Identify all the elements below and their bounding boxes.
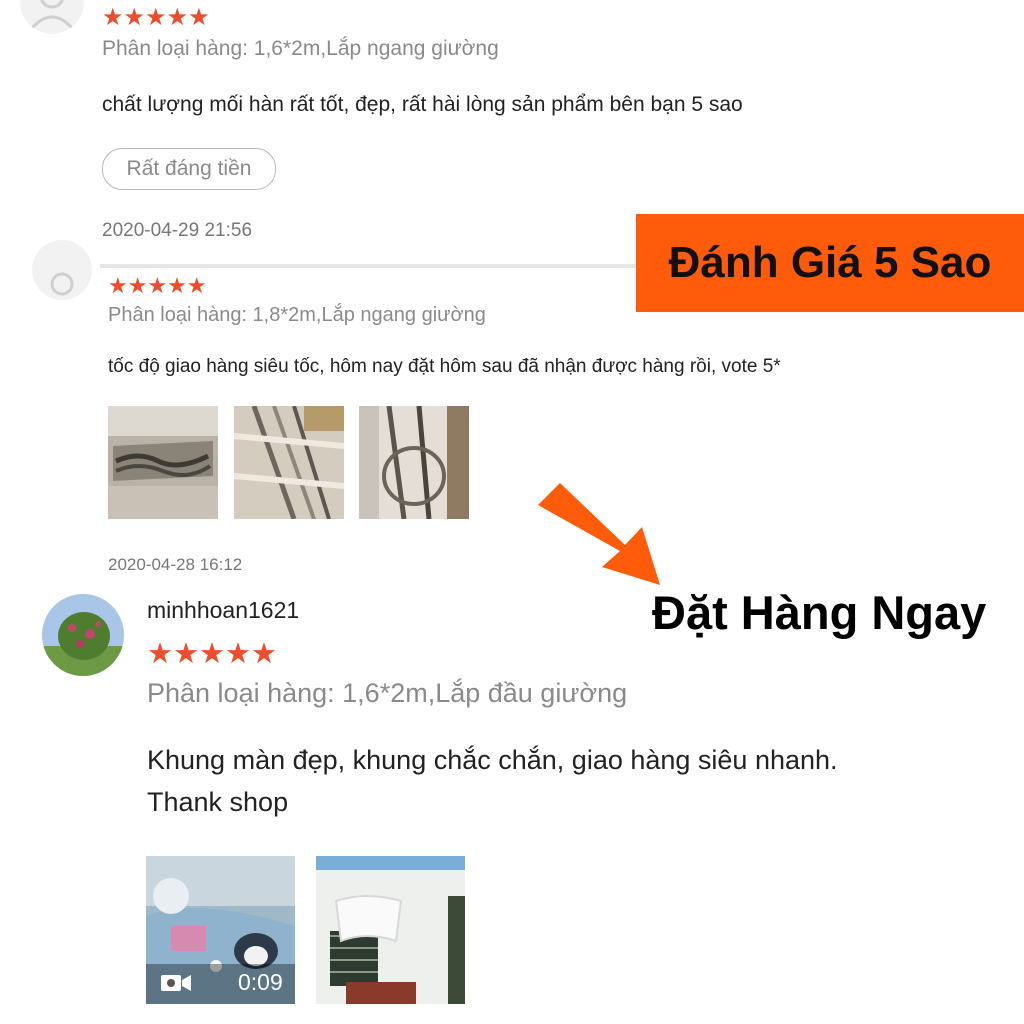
variant-label: Phân loại hàng: 1,6*2m,Lắp đầu giường [147,678,628,708]
variant-label: Phân loại hàng: 1,8*2m,Lắp ngang giường [108,304,486,326]
product-photo-image [359,406,469,519]
review-date: 2020-04-28 16:12 [108,555,243,574]
video-duration: 0:09 [238,969,283,995]
default-user-icon [50,272,74,296]
arrow-icon [538,483,660,585]
review-comment-line1: Khung màn đẹp, khung chắc chắn, giao hàn… [147,745,838,775]
review-tag[interactable]: Rất đáng tiền [102,148,276,190]
product-photo-image [234,406,344,519]
review-comment: chất lượng mối hàn rất tốt, đẹp, rất hài… [102,93,743,116]
reviewer-avatar[interactable] [20,0,84,34]
reviewer-username[interactable]: minhhoan1621 [147,597,299,624]
review-comment-line2: Thank shop [147,787,289,817]
video-camera-icon [161,975,191,991]
review-date: 2020-04-29 21:56 [102,220,253,241]
room-photo-image [316,856,465,1004]
reviewer-avatar[interactable] [42,594,124,676]
star-rating: ★★★★★ [147,638,277,670]
variant-label: Phân loại hàng: 1,6*2m,Lắp ngang giường [102,37,499,60]
product-photo-image [108,406,218,519]
review-photo[interactable] [359,406,469,519]
star-rating: ★★★★★ [108,273,207,298]
rating-banner: Đánh Giá 5 Sao [636,214,1024,312]
default-user-icon [30,0,74,30]
review-photo[interactable] [108,406,218,519]
review-divider [100,264,640,268]
star-rating: ★★★★★ [102,4,210,31]
profile-photo-image [42,594,124,676]
reviewer-avatar[interactable] [32,240,92,300]
order-now-link[interactable]: Đặt Hàng Ngay [652,585,986,640]
review-photo[interactable] [316,856,465,1004]
review-photo[interactable] [234,406,344,519]
review-comment: tốc độ giao hàng siêu tốc, hôm nay đặt h… [108,356,781,377]
